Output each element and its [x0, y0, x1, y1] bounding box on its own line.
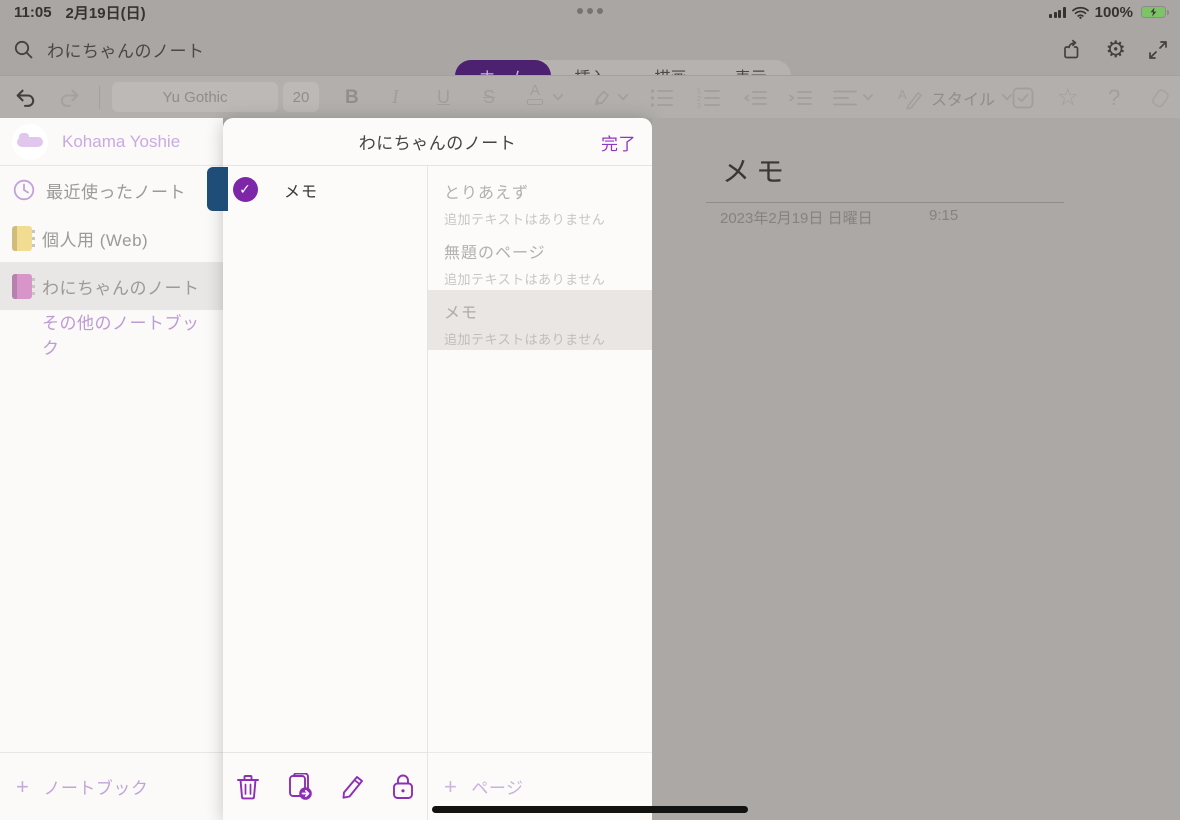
sidebar-item-recent-notes[interactable]: 最近使ったノート: [0, 166, 223, 214]
pages-list: とりあえず 追加テキストはありません 無題のページ 追加テキストはありません メ…: [428, 166, 652, 820]
rename-section-icon[interactable]: [340, 774, 366, 800]
bullet-list-icon[interactable]: [650, 76, 674, 119]
delete-section-icon[interactable]: [236, 774, 260, 800]
font-size-picker[interactable]: 20: [283, 82, 319, 112]
section-color-tab: [207, 167, 228, 211]
sidebar-item-label: わにちゃんのノート: [42, 278, 200, 298]
page-date: 2023年2月19日 日曜日: [720, 210, 873, 227]
home-indicator[interactable]: [432, 806, 748, 813]
styles-chevron-icon: [1002, 94, 1012, 101]
sections-edit-panel: わにちゃんのノート 完了 ✓ メモ とりあえず 追加テキストはありません 無題の…: [207, 118, 652, 820]
status-time: 11:05: [14, 3, 52, 21]
section-checked-icon[interactable]: ✓: [233, 177, 258, 202]
notebook-title[interactable]: わにちゃんのノート: [47, 37, 205, 62]
section-name: メモ: [284, 183, 319, 201]
highlighter-button[interactable]: [589, 76, 613, 119]
page-row-selected[interactable]: メモ 追加テキストはありません: [428, 290, 652, 350]
page-canvas-dimmed[interactable]: メモ 2023年2月19日 日曜日 9:15: [652, 118, 1180, 820]
svg-text:A: A: [898, 87, 907, 102]
svg-text:2: 2: [697, 95, 701, 102]
sections-panel-header: わにちゃんのノート 完了: [223, 118, 652, 166]
notebook-sidebar: Kohama Yoshie 最近使ったノート 個人用 (Web) わにちゃんのノ…: [0, 118, 223, 820]
battery-percent: 100%: [1094, 3, 1133, 21]
sidebar-item-label: 最近使ったノート: [46, 182, 186, 202]
styles-label: スタイル: [931, 91, 996, 109]
title-divider: [706, 202, 1064, 203]
toolbar-divider: [99, 86, 100, 109]
redo-icon[interactable]: [58, 76, 81, 119]
indent-icon[interactable]: [788, 76, 814, 119]
font-name-picker[interactable]: Yu Gothic: [112, 82, 278, 112]
add-page-label: ページ: [471, 779, 524, 798]
svg-text:1: 1: [697, 88, 701, 95]
share-icon[interactable]: [1061, 39, 1083, 61]
italic-button[interactable]: I: [392, 76, 399, 119]
sections-action-bar: [223, 752, 427, 820]
highlighter-chevron-icon[interactable]: [618, 76, 628, 119]
outdent-icon[interactable]: [743, 76, 769, 119]
underline-button[interactable]: U: [437, 76, 450, 119]
battery-icon: [1141, 6, 1169, 18]
lock-section-icon[interactable]: [392, 773, 414, 800]
fullscreen-icon[interactable]: [1148, 40, 1168, 60]
formatting-toolbar: Yu Gothic 20 B I U S A 1 2 3 A スタイル ☆ ?: [0, 75, 1180, 118]
account-avatar: [12, 123, 48, 160]
done-button[interactable]: 完了: [601, 118, 636, 166]
account-name: Kohama Yoshie: [62, 131, 181, 151]
multitasking-indicator[interactable]: [577, 8, 603, 14]
page-title-text: メモ: [722, 156, 791, 187]
sidebar-item-personal-web[interactable]: 個人用 (Web): [0, 214, 223, 262]
plus-icon: +: [16, 773, 30, 799]
notebook-yellow-icon: [12, 225, 35, 251]
move-section-icon[interactable]: [286, 772, 314, 801]
sections-panel-title: わにちゃんのノート: [358, 134, 517, 153]
section-row-memo[interactable]: ✓ メモ: [207, 166, 427, 213]
clock-icon: [13, 179, 35, 201]
strikethrough-button[interactable]: S: [483, 76, 495, 119]
styles-a-pencil-icon: A: [898, 87, 922, 110]
add-notebook-label: ノートブック: [43, 779, 149, 798]
notebook-pink-icon: [12, 273, 35, 299]
plus-icon: +: [444, 773, 458, 799]
settings-gear-icon[interactable]: ⚙: [1105, 36, 1126, 63]
numbered-list-icon[interactable]: 1 2 3: [697, 76, 721, 119]
sidebar-item-label: 個人用 (Web): [42, 230, 149, 250]
eraser-icon[interactable]: [1148, 76, 1172, 119]
sections-list: ✓ メモ: [207, 166, 428, 820]
svg-text:3: 3: [697, 103, 701, 108]
account-row[interactable]: Kohama Yoshie: [0, 118, 223, 166]
alignment-icon[interactable]: [833, 76, 857, 119]
font-color-chevron-icon[interactable]: [553, 76, 563, 119]
sidebar-item-wani-notebook[interactable]: わにちゃんのノート: [0, 262, 223, 310]
nav-bar: わにちゃんのノート ホーム 挿入 描画 表示 ⚙: [0, 24, 1180, 92]
styles-button[interactable]: A スタイル: [898, 76, 1012, 119]
question-tag-icon[interactable]: ?: [1108, 76, 1120, 119]
wifi-icon: [1071, 6, 1089, 19]
bold-button[interactable]: B: [345, 76, 359, 119]
search-icon[interactable]: [14, 40, 33, 59]
important-star-icon[interactable]: ☆: [1057, 76, 1079, 119]
page-row[interactable]: とりあえず 追加テキストはありません: [428, 170, 652, 230]
more-notebooks-link[interactable]: その他のノートブック: [0, 310, 223, 358]
status-date: 2月19日(日): [65, 4, 146, 22]
page-time: 9:15: [929, 207, 959, 224]
todo-tag-icon[interactable]: [1012, 76, 1034, 119]
font-color-button[interactable]: A: [527, 83, 543, 105]
alignment-chevron-icon[interactable]: [863, 76, 873, 119]
page-row[interactable]: 無題のページ 追加テキストはありません: [428, 230, 652, 290]
add-notebook-button[interactable]: + ノートブック: [0, 752, 223, 820]
undo-icon[interactable]: [14, 76, 37, 119]
cellular-signal-icon: [1049, 6, 1066, 18]
